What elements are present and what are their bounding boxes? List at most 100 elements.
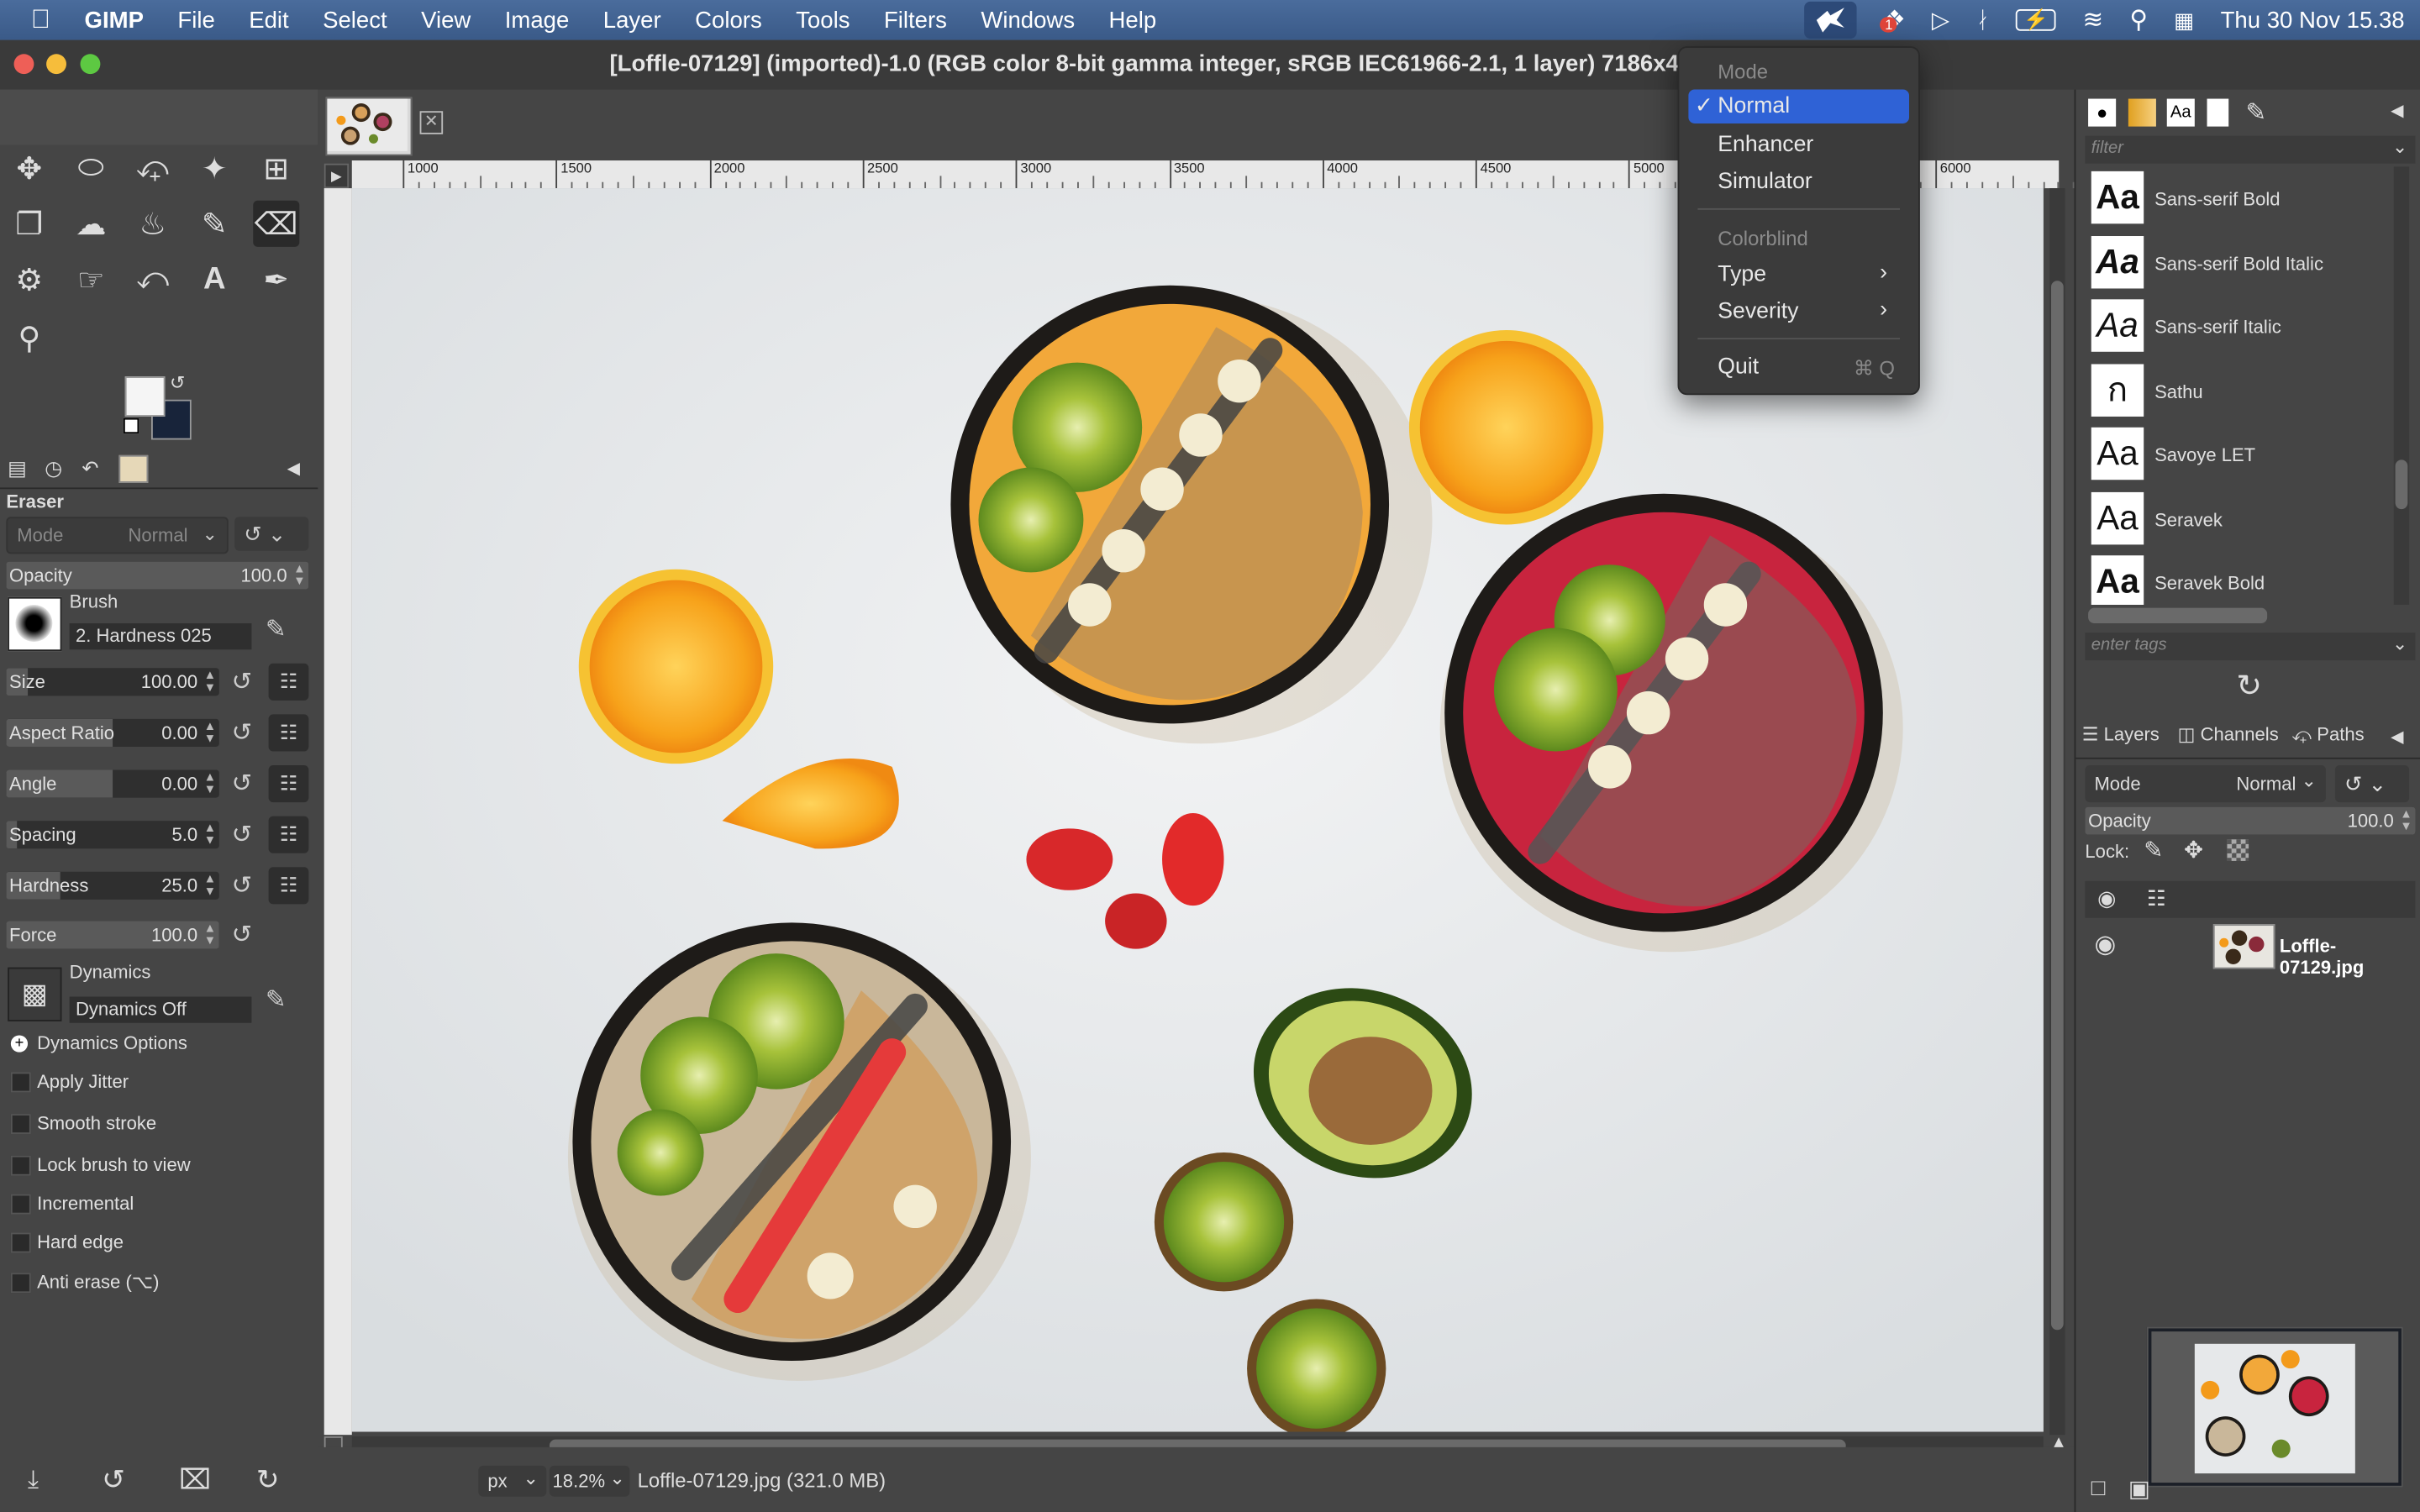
layer-name[interactable]: Loffle-07129.jpg	[2280, 935, 2416, 978]
wifi-icon[interactable]: ≋	[2082, 5, 2103, 36]
checkbox-4-label[interactable]: Hard edge	[37, 1231, 124, 1253]
layer-mode-reset[interactable]: ↺ ⌄	[2334, 765, 2410, 803]
menu-item-type[interactable]: Type	[1718, 262, 1766, 286]
edit-brush-icon[interactable]: ✎	[266, 614, 287, 645]
clone-tool-icon[interactable]: ⚙	[6, 256, 52, 302]
lock-position-icon[interactable]: ✥	[2184, 837, 2203, 864]
paths-tool-icon[interactable]: ⤺	[129, 256, 176, 302]
link-size-icon[interactable]: ☷	[268, 663, 309, 701]
bucket-fill-tool-icon[interactable]: ♨	[129, 201, 176, 247]
layers-tab[interactable]: ☰ Layers	[2082, 723, 2160, 745]
default-colors-icon[interactable]	[123, 417, 139, 434]
smudge-tool-icon[interactable]: ☞	[68, 256, 114, 302]
lock-alpha-icon[interactable]	[2227, 839, 2249, 861]
font-item[interactable]: Aa Sans-serif Bold Italic	[2088, 234, 2385, 292]
layer-opacity-slider[interactable]: Opacity 100.0 ▲ ▼	[2085, 806, 2416, 835]
fuzzy-select-tool-icon[interactable]: ✦	[192, 145, 238, 192]
fonts-tab-icon[interactable]: Aa	[2166, 98, 2195, 127]
checkbox-5-label[interactable]: Anti erase (⌥)	[37, 1271, 159, 1293]
lock-pixels-icon[interactable]: ✎	[2144, 837, 2163, 864]
force-slider[interactable]: Force 100.0 ▲ ▼	[6, 921, 219, 949]
channels-tab[interactable]: ◫ Channels	[2178, 723, 2279, 745]
paths-tab[interactable]: ⤽ Paths	[2292, 723, 2365, 747]
menu-item-severity[interactable]: Severity	[1718, 299, 1798, 323]
brush-preview[interactable]	[8, 596, 62, 652]
layer-row[interactable]: ◉ Loffle-07129.jpg	[2085, 922, 2415, 978]
play-icon[interactable]: ▷	[1932, 6, 1949, 34]
font-list-scrollbar[interactable]	[2393, 166, 2410, 605]
mode-dropdown[interactable]: Mode Normal ⌄	[6, 517, 229, 554]
navigator-preview[interactable]	[2146, 1326, 2403, 1488]
tool-options-tab-icon[interactable]: ▤	[8, 457, 27, 481]
brush-name-field[interactable]: 2. Hardness 025	[69, 623, 252, 650]
dropbox-icon[interactable]: ❖1	[1880, 5, 1906, 36]
vertical-scrollbar[interactable]	[2049, 188, 2065, 1436]
images-tab-icon[interactable]	[118, 454, 149, 483]
menu-layer[interactable]: Layer	[587, 7, 678, 33]
vertical-ruler[interactable]	[324, 188, 352, 1436]
font-list[interactable]: Aa Sans-serif Bold Aa Sans-serif Bold Itali…	[2075, 166, 2393, 605]
minimize-window-button[interactable]	[46, 54, 66, 75]
menu-view[interactable]: View	[404, 7, 488, 33]
ruler-corner-icon[interactable]: ▶	[324, 163, 350, 189]
close-window-button[interactable]	[13, 54, 34, 75]
clock[interactable]: Thu 30 Nov 15.38	[2221, 7, 2405, 33]
eye-icon[interactable]: ◉	[2094, 929, 2116, 960]
menu-colors[interactable]: Colors	[678, 7, 779, 33]
mode-reset-dropdown[interactable]: ↺ ⌄	[234, 517, 309, 551]
menu-file[interactable]: File	[160, 7, 232, 33]
battery-icon[interactable]: ⚡	[2016, 9, 2057, 31]
checkbox-1[interactable]	[10, 1114, 31, 1134]
checkbox-0[interactable]	[10, 1072, 31, 1093]
reset-options-icon[interactable]: ↻	[256, 1464, 280, 1497]
device-status-tab-icon[interactable]: ◷	[45, 457, 62, 481]
zoom-tool-icon[interactable]: ⚲	[6, 315, 52, 361]
menu-select[interactable]: Select	[306, 7, 404, 33]
menu-item-normal[interactable]: ✓ Normal	[1688, 89, 1910, 123]
crop-tool-icon[interactable]: ⊞	[253, 145, 299, 192]
checkbox-2[interactable]	[10, 1155, 31, 1176]
image-tab[interactable]	[325, 97, 413, 156]
checkbox-2-label[interactable]: Lock brush to view	[37, 1154, 191, 1176]
menu-edit[interactable]: Edit	[232, 7, 306, 33]
checkbox-3-label[interactable]: Incremental	[37, 1193, 134, 1215]
configure-tab-icon[interactable]: ◀	[2391, 727, 2404, 747]
font-filter-input[interactable]: filter ⌄	[2085, 135, 2416, 164]
ellipse-select-tool-icon[interactable]: ⬭	[68, 145, 114, 192]
close-image-tab-icon[interactable]: ✕	[419, 111, 444, 134]
bluetooth-icon[interactable]: ᛅ	[1975, 7, 1990, 33]
spacing-slider[interactable]: Spacing 5.0 ▲ ▼	[6, 821, 219, 849]
vertical-scrollbar-thumb[interactable]	[2051, 281, 2064, 1331]
angle-slider[interactable]: Angle 0.00 ▲ ▼	[6, 769, 219, 798]
swap-colors-icon[interactable]: ↺	[170, 372, 185, 394]
font-list-hscrollbar[interactable]	[2088, 607, 2268, 624]
font-item[interactable]: Aa Seravek Bold	[2088, 554, 2385, 605]
undo-history-tab-icon[interactable]: ↶	[82, 457, 98, 481]
new-layer-icon[interactable]: □	[2091, 1475, 2106, 1501]
control-center-icon[interactable]: ▦	[2174, 7, 2194, 33]
reset-force-icon[interactable]: ↺	[232, 920, 253, 951]
reset-size-icon[interactable]: ↺	[232, 666, 253, 697]
restore-options-icon[interactable]: ↺	[102, 1464, 125, 1497]
link-aspect-ratio-icon[interactable]: ☷	[268, 714, 309, 752]
zoom-window-button[interactable]	[80, 54, 101, 75]
font-item[interactable]: ก Sathu	[2088, 362, 2385, 421]
checkbox-3[interactable]	[10, 1194, 31, 1215]
checkbox-4[interactable]	[10, 1232, 31, 1253]
app-menu-gimp[interactable]: GIMP	[67, 7, 160, 33]
save-options-icon[interactable]: ⤓	[28, 1467, 39, 1495]
menu-help[interactable]: Help	[1092, 7, 1173, 33]
search-icon[interactable]: ⚲	[2129, 5, 2148, 36]
menu-filters[interactable]: Filters	[867, 7, 964, 33]
dynamics-options-expander[interactable]: Dynamics Options	[37, 1032, 187, 1054]
delete-options-icon[interactable]: ⌧	[179, 1464, 211, 1497]
paintbrush-tool-icon[interactable]: ✎	[192, 201, 238, 247]
link-angle-icon[interactable]: ☷	[268, 765, 309, 803]
dynamics-name-field[interactable]: Dynamics Off	[69, 996, 252, 1023]
dynamics-preview[interactable]: ▩	[8, 967, 62, 1021]
checkbox-1-label[interactable]: Smooth stroke	[37, 1112, 156, 1134]
font-item[interactable]: Aa Sans-serif Italic	[2088, 297, 2385, 356]
checkbox-5[interactable]	[10, 1273, 31, 1294]
link-hardness-icon[interactable]: ☷	[268, 867, 309, 905]
document-history-tab-icon[interactable]	[2207, 98, 2229, 127]
